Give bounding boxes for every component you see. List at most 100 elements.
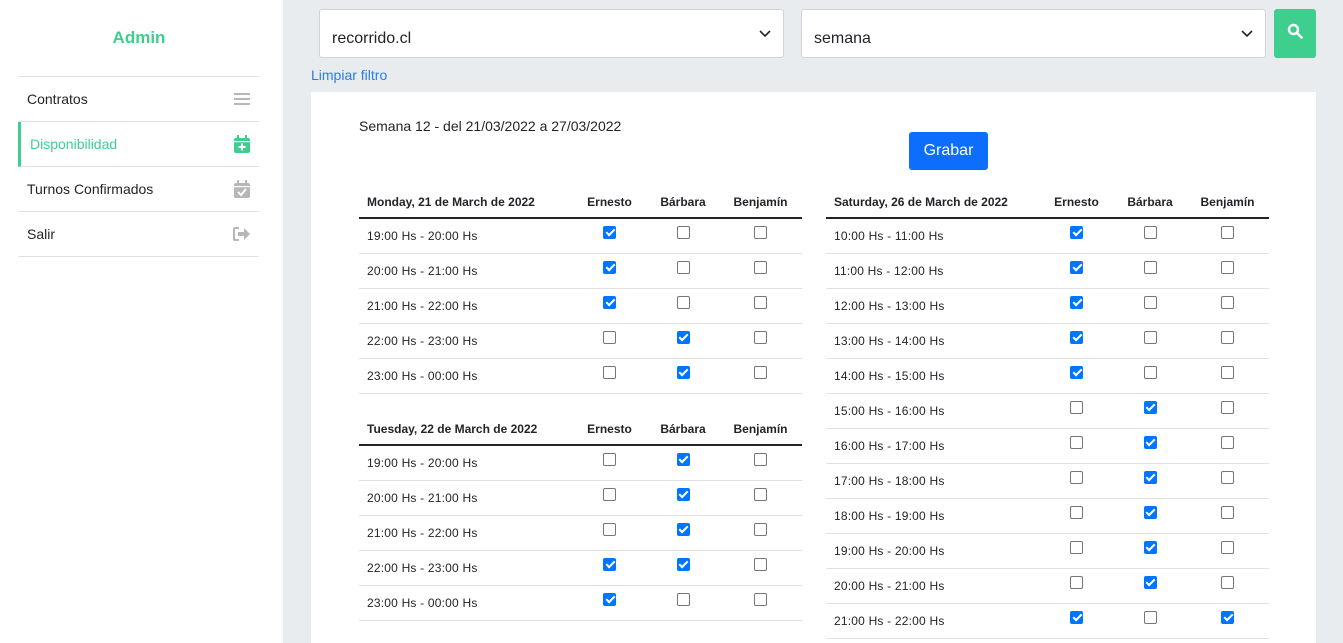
availability-checkbox[interactable] xyxy=(1070,505,1083,519)
availability-checkbox[interactable] xyxy=(603,295,616,309)
availability-cell xyxy=(719,288,802,324)
availability-checkbox[interactable] xyxy=(754,522,767,536)
availability-checkbox[interactable] xyxy=(1221,295,1234,309)
availability-checkbox[interactable] xyxy=(1143,260,1157,274)
availability-cell xyxy=(1114,323,1186,359)
availability-checkbox[interactable] xyxy=(603,225,616,239)
availability-checkbox[interactable] xyxy=(1221,610,1234,624)
availability-checkbox[interactable] xyxy=(754,592,767,606)
availability-checkbox[interactable] xyxy=(1070,330,1083,344)
availability-checkbox[interactable] xyxy=(1221,470,1234,484)
availability-cell xyxy=(647,358,719,394)
availability-checkbox[interactable] xyxy=(1143,295,1157,309)
availability-checkbox[interactable] xyxy=(1070,575,1083,589)
availability-checkbox[interactable] xyxy=(603,260,616,274)
availability-checkbox[interactable] xyxy=(676,330,690,344)
availability-checkbox[interactable] xyxy=(1221,575,1234,589)
availability-checkbox[interactable] xyxy=(676,225,690,239)
availability-checkbox[interactable] xyxy=(1070,295,1083,309)
availability-cell xyxy=(647,253,719,289)
availability-checkbox[interactable] xyxy=(754,365,767,379)
availability-checkbox[interactable] xyxy=(1070,435,1083,449)
availability-checkbox[interactable] xyxy=(1143,470,1157,484)
time-slot-label: 20:00 Hs - 21:00 Hs xyxy=(359,480,572,516)
availability-checkbox[interactable] xyxy=(754,225,767,239)
availability-checkbox[interactable] xyxy=(603,365,616,379)
save-button[interactable]: Grabar xyxy=(909,132,988,170)
availability-checkbox[interactable] xyxy=(603,592,616,606)
availability-checkbox[interactable] xyxy=(1143,505,1157,519)
availability-checkbox[interactable] xyxy=(1143,365,1157,379)
time-slot-label: 19:00 Hs - 20:00 Hs xyxy=(826,533,1039,569)
sidebar-item-disponibilidad[interactable]: Disponibilidad xyxy=(18,122,259,167)
person-column-header: Bárbara xyxy=(647,419,719,446)
availability-checkbox[interactable] xyxy=(676,295,690,309)
availability-checkbox[interactable] xyxy=(676,487,690,501)
search-button[interactable] xyxy=(1274,9,1316,58)
availability-checkbox[interactable] xyxy=(1221,330,1234,344)
availability-cell xyxy=(1039,533,1114,569)
site-select[interactable]: recorrido.cl xyxy=(319,9,784,58)
availability-checkbox[interactable] xyxy=(1221,400,1234,414)
availability-checkbox[interactable] xyxy=(754,452,767,466)
person-column-header: Benjamín xyxy=(719,192,802,219)
availability-checkbox[interactable] xyxy=(754,487,767,501)
availability-checkbox[interactable] xyxy=(1221,225,1234,239)
person-column-header: Ernesto xyxy=(572,192,647,219)
availability-checkbox[interactable] xyxy=(1070,540,1083,554)
availability-cell xyxy=(1186,603,1269,639)
availability-checkbox[interactable] xyxy=(676,592,690,606)
availability-cell xyxy=(572,515,647,551)
time-slot-label: 13:00 Hs - 14:00 Hs xyxy=(826,323,1039,359)
availability-cell xyxy=(1039,218,1114,254)
availability-checkbox[interactable] xyxy=(676,365,690,379)
availability-checkbox[interactable] xyxy=(603,487,616,501)
availability-cell xyxy=(1114,498,1186,534)
availability-checkbox[interactable] xyxy=(1070,260,1083,274)
availability-checkbox[interactable] xyxy=(1070,400,1083,414)
availability-checkbox[interactable] xyxy=(676,557,690,571)
table-row: 21:00 Hs - 22:00 Hs xyxy=(826,603,1269,639)
availability-checkbox[interactable] xyxy=(1221,365,1234,379)
availability-checkbox[interactable] xyxy=(1143,540,1157,554)
availability-checkbox[interactable] xyxy=(676,452,690,466)
sidebar-item-contratos[interactable]: Contratos xyxy=(18,77,259,122)
clear-filter-link[interactable]: Limpiar filtro xyxy=(311,67,387,83)
time-slot-label: 22:00 Hs - 23:00 Hs xyxy=(359,323,572,359)
person-column-header: Benjamín xyxy=(719,419,802,446)
time-slot-label: 19:00 Hs - 20:00 Hs xyxy=(359,218,572,254)
availability-checkbox[interactable] xyxy=(1221,540,1234,554)
availability-checkbox[interactable] xyxy=(603,452,616,466)
availability-checkbox[interactable] xyxy=(754,260,767,274)
availability-checkbox[interactable] xyxy=(1221,505,1234,519)
sidebar-item-turnos-confirmados[interactable]: Turnos Confirmados xyxy=(18,167,259,212)
availability-checkbox[interactable] xyxy=(1143,225,1157,239)
table-row: 17:00 Hs - 18:00 Hs xyxy=(826,463,1269,499)
availability-checkbox[interactable] xyxy=(1143,610,1157,624)
availability-checkbox[interactable] xyxy=(1143,575,1157,589)
period-select[interactable]: semana xyxy=(801,9,1266,58)
availability-checkbox[interactable] xyxy=(754,330,767,344)
time-slot-label: 23:00 Hs - 00:00 Hs xyxy=(359,585,572,621)
availability-checkbox[interactable] xyxy=(1070,610,1083,624)
availability-checkbox[interactable] xyxy=(676,522,690,536)
availability-cell xyxy=(1186,253,1269,289)
availability-checkbox[interactable] xyxy=(754,295,767,309)
availability-checkbox[interactable] xyxy=(676,260,690,274)
availability-checkbox[interactable] xyxy=(1070,470,1083,484)
availability-checkbox[interactable] xyxy=(1143,400,1157,414)
availability-checkbox[interactable] xyxy=(1143,435,1157,449)
availability-checkbox[interactable] xyxy=(603,522,616,536)
availability-checkbox[interactable] xyxy=(1070,365,1083,379)
availability-checkbox[interactable] xyxy=(603,330,616,344)
availability-checkbox[interactable] xyxy=(1221,260,1234,274)
sidebar-item-salir[interactable]: Salir xyxy=(18,212,259,257)
availability-cell xyxy=(719,515,802,551)
availability-checkbox[interactable] xyxy=(1221,435,1234,449)
availability-checkbox[interactable] xyxy=(1143,330,1157,344)
availability-checkbox[interactable] xyxy=(1070,225,1083,239)
availability-checkbox[interactable] xyxy=(754,557,767,571)
time-slot-label: 21:00 Hs - 22:00 Hs xyxy=(359,288,572,324)
availability-checkbox[interactable] xyxy=(603,557,616,571)
table-row: 16:00 Hs - 17:00 Hs xyxy=(826,428,1269,464)
